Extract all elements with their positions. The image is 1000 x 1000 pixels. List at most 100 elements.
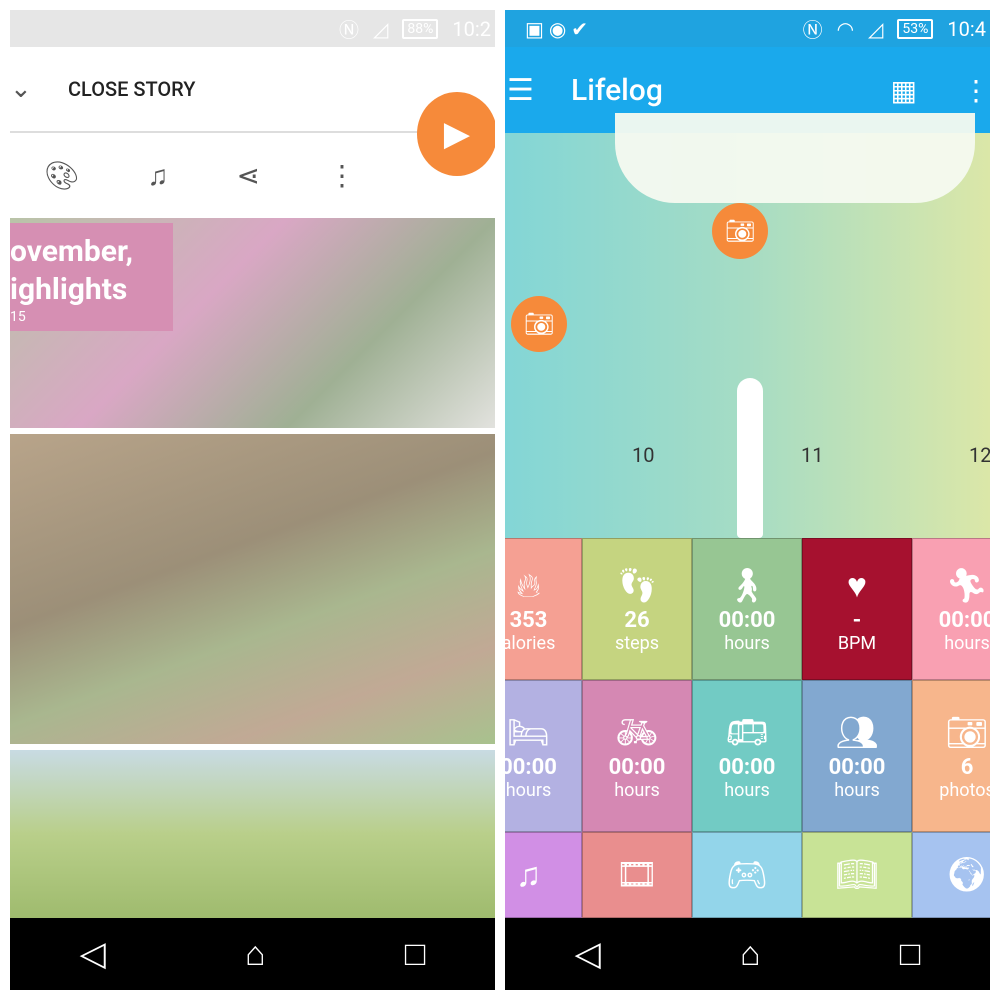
play-button[interactable]: ▶ bbox=[417, 92, 495, 176]
tile-value: - bbox=[852, 608, 862, 633]
tile-globe[interactable]: 🌍︎ bbox=[912, 832, 990, 918]
tile-book[interactable]: 📖︎ bbox=[802, 832, 912, 918]
tile-footsteps[interactable]: 👣︎ 26 steps bbox=[582, 538, 692, 680]
clock: 10:4 bbox=[947, 16, 986, 41]
tile-unit: photos bbox=[939, 780, 990, 801]
tile-value: 00:00 bbox=[718, 608, 776, 633]
tile-value: 00:00 bbox=[718, 755, 776, 780]
status-bar: Ⓝ ◿ 88% 10:2 bbox=[10, 10, 495, 47]
nav-bar: ◁ ⌂ □ bbox=[505, 918, 990, 990]
tile-heart-rate[interactable]: ♥ - BPM bbox=[802, 538, 912, 680]
tile-people[interactable]: 👥︎ 00:00 hours bbox=[802, 680, 912, 832]
clock: 10:2 bbox=[452, 16, 491, 41]
photo-ground[interactable] bbox=[10, 434, 495, 744]
photo-flowers[interactable]: ovember, ighlights 15 bbox=[10, 218, 495, 428]
tile-value: 6 bbox=[960, 755, 974, 780]
share-icon[interactable]: ⋖ bbox=[237, 159, 260, 192]
tile-gamepad[interactable]: 🎮︎ bbox=[692, 832, 802, 918]
story-year: 15 bbox=[10, 309, 26, 325]
bed-icon: 🛏︎ bbox=[506, 713, 551, 753]
music-icon: ♫ bbox=[515, 855, 542, 895]
nfc-icon: Ⓝ bbox=[802, 18, 823, 42]
hour-label: 10 bbox=[632, 443, 655, 467]
hour-label: 12 bbox=[969, 443, 990, 467]
tile-bed[interactable]: 🛏︎ 00:00 hours bbox=[505, 680, 582, 832]
story-panel: Ⓝ ◿ 88% 10:2 ⌄ CLOSE STORY ▶ 🎨︎ ♫ ⋖ ⋮ ov… bbox=[10, 10, 495, 990]
tile-walk[interactable]: 🚶︎ 00:00 hours bbox=[692, 538, 802, 680]
footsteps-icon: 👣︎ bbox=[615, 566, 659, 606]
story-title-line: ighlights bbox=[10, 272, 128, 307]
people-icon: 👥︎ bbox=[835, 713, 879, 753]
book-icon: 📖︎ bbox=[835, 855, 879, 895]
tile-run[interactable]: 🏃︎ 00:00 hours bbox=[912, 538, 990, 680]
nfc-icon: Ⓝ bbox=[339, 18, 360, 42]
tile-value: 00:00 bbox=[938, 608, 990, 633]
chevron-down-icon[interactable]: ⌄ bbox=[10, 74, 68, 104]
play-icon: ▶ bbox=[443, 114, 471, 154]
tile-value: 353 bbox=[509, 608, 548, 633]
fire-icon: 🔥︎ bbox=[516, 566, 541, 606]
tile-bus[interactable]: 🚌︎ 00:00 hours bbox=[692, 680, 802, 832]
back-icon[interactable]: ◁ bbox=[80, 934, 106, 974]
music-note-icon[interactable]: ♫ bbox=[148, 159, 169, 192]
photo-tree[interactable] bbox=[10, 750, 495, 918]
battery: 53% bbox=[897, 18, 934, 39]
tile-bicycle[interactable]: 🚲︎ 00:00 hours bbox=[582, 680, 692, 832]
tile-unit: hours bbox=[724, 633, 770, 654]
more-vert-icon[interactable]: ⋮ bbox=[962, 74, 990, 107]
tile-unit: steps bbox=[614, 633, 660, 654]
tile-film[interactable]: 🎞︎ bbox=[582, 832, 692, 918]
timeline[interactable]: 📷︎ 📷︎ 10 11 12 bbox=[505, 113, 990, 538]
run-icon: 🏃︎ bbox=[945, 566, 989, 606]
camera-icon: 📷︎ bbox=[724, 217, 756, 245]
walk-icon: 🚶︎ bbox=[725, 566, 769, 606]
home-icon[interactable]: ⌂ bbox=[740, 934, 761, 974]
tile-unit: BPM bbox=[837, 633, 877, 654]
gamepad-icon: 🎮︎ bbox=[725, 855, 769, 895]
camera-icon: 📷︎ bbox=[523, 310, 555, 338]
signal-icon: ◿ bbox=[373, 16, 389, 41]
nav-bar: ◁ ⌂ □ bbox=[10, 918, 495, 990]
cloud bbox=[615, 113, 975, 203]
notification-icons: ▣ ◉ ✔ bbox=[525, 16, 589, 41]
bicycle-icon: 🚲︎ bbox=[615, 713, 659, 753]
back-icon[interactable]: ◁ bbox=[575, 934, 601, 974]
calendar-icon[interactable]: ▦ bbox=[891, 74, 917, 107]
film-icon: 🎞︎ bbox=[615, 855, 659, 895]
tile-fire[interactable]: 🔥︎ 353 alories bbox=[505, 538, 582, 680]
tile-value: 00:00 bbox=[828, 755, 886, 780]
more-vert-icon[interactable]: ⋮ bbox=[328, 159, 356, 192]
bus-icon: 🚌︎ bbox=[725, 713, 769, 753]
recents-icon[interactable]: □ bbox=[405, 934, 426, 974]
menu-icon[interactable]: ☰ bbox=[507, 73, 571, 108]
wifi-icon: ◠ bbox=[836, 16, 855, 41]
tile-camera[interactable]: 📷︎ 6 photos bbox=[912, 680, 990, 832]
recents-icon[interactable]: □ bbox=[900, 934, 921, 974]
person-silhouette bbox=[737, 378, 763, 538]
battery: 88% bbox=[402, 18, 439, 39]
camera-icon: 📷︎ bbox=[945, 713, 989, 753]
app-title: Lifelog bbox=[571, 72, 663, 108]
tile-value: 00:00 bbox=[505, 755, 557, 780]
tile-value: 00:00 bbox=[608, 755, 666, 780]
camera-marker[interactable]: 📷︎ bbox=[712, 203, 768, 259]
tile-unit: hours bbox=[724, 780, 770, 801]
lifelog-panel: ▣ ◉ ✔ Ⓝ ◠ ◿ 53% 10:4 ☰ Lifelog ▦ ⋮ 📷︎ 📷︎… bbox=[505, 10, 990, 990]
camera-marker[interactable]: 📷︎ bbox=[511, 296, 567, 352]
close-story-button[interactable]: CLOSE STORY bbox=[68, 77, 196, 101]
tile-unit: alories bbox=[505, 633, 556, 654]
story-title-line: ovember, bbox=[10, 234, 134, 269]
tile-unit: hours bbox=[614, 780, 660, 801]
tile-unit: hours bbox=[944, 633, 990, 654]
home-icon[interactable]: ⌂ bbox=[245, 934, 266, 974]
status-bar: ▣ ◉ ✔ Ⓝ ◠ ◿ 53% 10:4 bbox=[505, 10, 990, 47]
hour-label: 11 bbox=[801, 443, 824, 467]
tile-music[interactable]: ♫ bbox=[505, 832, 582, 918]
tile-value: 26 bbox=[624, 608, 650, 633]
signal-icon: ◿ bbox=[868, 16, 884, 41]
palette-icon[interactable]: 🎨︎ bbox=[44, 159, 80, 192]
globe-icon: 🌍︎ bbox=[945, 855, 989, 895]
story-toolbar: 🎨︎ ♫ ⋖ ⋮ bbox=[10, 150, 390, 200]
story-title: ovember, ighlights 15 bbox=[10, 223, 173, 331]
tile-unit: hours bbox=[834, 780, 880, 801]
